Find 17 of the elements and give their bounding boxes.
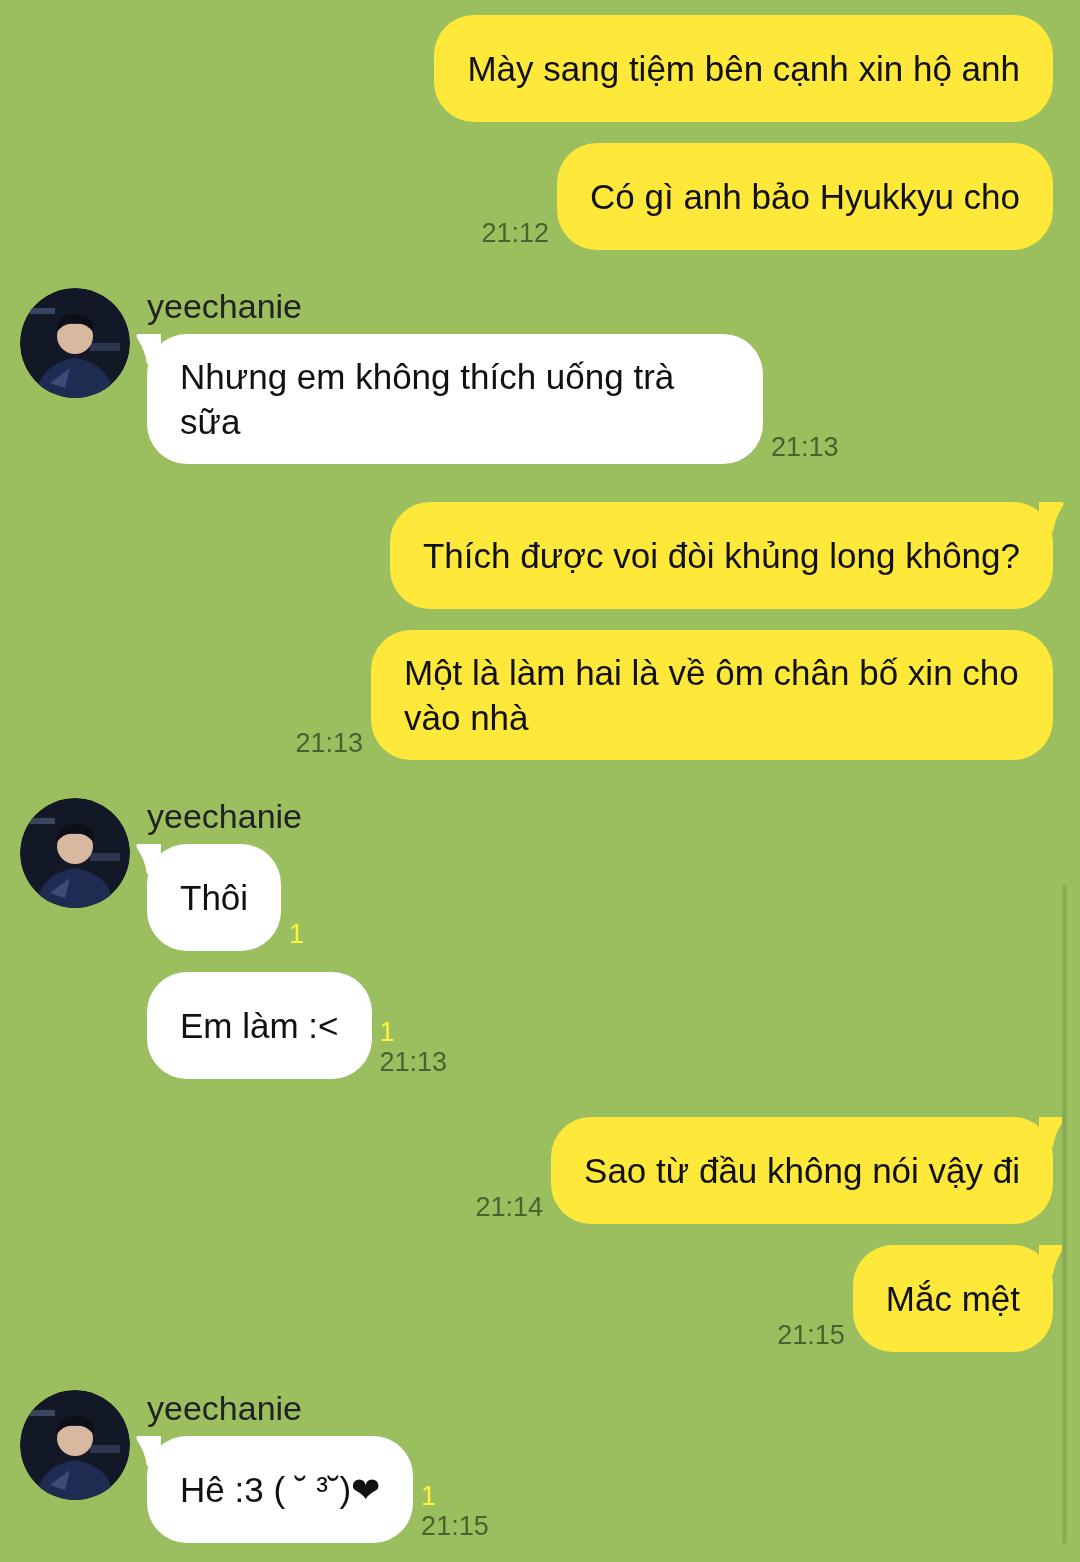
unread-count: 1: [379, 1017, 396, 1047]
timestamp: 21:12: [481, 218, 549, 248]
message-bubble: Em làm :<: [147, 972, 372, 1079]
message-bubble: Một là làm hai là về ôm chân bố xin cho vào nhà: [371, 630, 1053, 760]
timestamp: 21:13: [379, 1047, 448, 1077]
timestamp: 21:13: [295, 728, 363, 758]
sender-name: yeechanie: [147, 288, 303, 324]
unread-count: 1: [421, 1481, 438, 1511]
unread-count: 1: [289, 919, 305, 949]
message-bubble: Mày sang tiệm bên cạnh xin hộ anh: [434, 15, 1053, 122]
sender-name: yeechanie: [147, 1390, 303, 1426]
sender-name: yeechanie: [147, 798, 303, 834]
timestamp: 21:14: [475, 1192, 544, 1222]
message-bubble: Có gì anh bảo Hyukkyu cho: [557, 143, 1053, 250]
timestamp: 21:15: [777, 1320, 845, 1350]
timestamp: 21:15: [421, 1511, 489, 1541]
timestamp: 21:13: [771, 432, 839, 462]
